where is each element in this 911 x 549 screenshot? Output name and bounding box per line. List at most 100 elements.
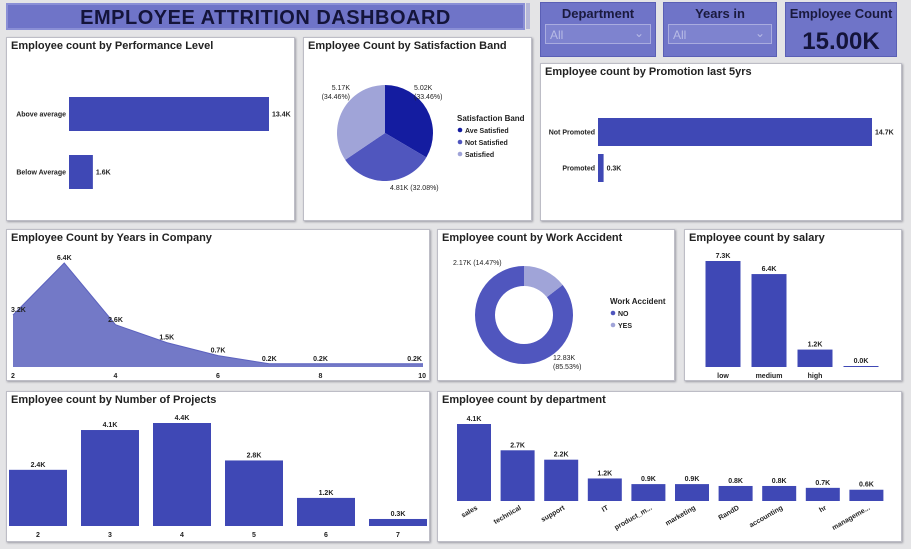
x-tick-label: 8 <box>319 373 323 380</box>
data-label: 4.1K <box>467 416 482 423</box>
legend-label: Ave Satisfied <box>465 128 509 135</box>
category-label: 4 <box>180 532 184 539</box>
legend-marker[interactable] <box>457 127 463 133</box>
x-tick-label: 4 <box>114 373 118 380</box>
bar[interactable] <box>718 485 753 501</box>
category-label: Promoted <box>562 166 595 173</box>
percent-label: (33.46%) <box>414 94 442 101</box>
data-label: 12.83K <box>553 355 576 362</box>
x-tick-label: 10 <box>418 373 426 380</box>
salary-chart[interactable]: Employee count by salary 7.3K low 6.4K medi… <box>684 229 902 381</box>
data-label: 0.9K <box>685 476 700 483</box>
percent-label: (85.53%) <box>553 364 581 371</box>
data-label: 14.7K <box>875 130 894 137</box>
bar[interactable] <box>225 460 283 526</box>
legend-label: Satisfied <box>465 152 494 159</box>
category-label: 3 <box>108 532 112 539</box>
category-label: Below Average <box>16 170 66 177</box>
bar[interactable] <box>500 450 535 501</box>
legend-marker[interactable] <box>610 310 616 316</box>
chevron-down-icon[interactable]: ⌄ <box>755 26 765 40</box>
legend-marker[interactable] <box>610 322 616 328</box>
data-label: 0.7K <box>211 348 226 355</box>
x-tick-label: 2 <box>11 373 15 380</box>
bar[interactable] <box>675 484 709 501</box>
bar[interactable] <box>81 430 139 526</box>
bar[interactable] <box>705 261 741 367</box>
category-label: 5 <box>252 532 256 539</box>
bar[interactable] <box>751 274 787 367</box>
bar[interactable] <box>69 97 269 131</box>
category-label: Above average <box>16 112 66 119</box>
data-label: 2.2K <box>554 452 569 459</box>
performance-chart[interactable]: Employee count by Performance Level Abov… <box>6 37 295 221</box>
bar[interactable] <box>843 366 879 367</box>
bar[interactable] <box>457 424 491 501</box>
data-label: 0.0K <box>854 358 869 365</box>
bar[interactable] <box>297 497 355 526</box>
bar[interactable] <box>797 349 833 367</box>
legend-marker[interactable] <box>457 151 463 157</box>
data-label: 4.81K (32.08%) <box>390 185 439 192</box>
years-slicer: Years in Company All ⌄ <box>663 2 777 57</box>
data-label: 2.17K (14.47%) <box>453 260 502 267</box>
percent-label: (34.46%) <box>322 94 350 101</box>
data-label: 3.2K <box>11 307 26 314</box>
data-label: 7.3K <box>716 253 731 260</box>
category-label: sales <box>460 505 479 520</box>
years-chart[interactable]: Employee Count by Years in Company 3.2K 6… <box>6 229 430 381</box>
category-label: 6 <box>324 532 328 539</box>
category-label: low <box>717 373 729 380</box>
data-label: 1.2K <box>808 342 823 349</box>
category-label: medium <box>756 373 783 380</box>
data-label: 6.4K <box>57 255 72 262</box>
accident-chart[interactable]: Employee count by Work Accident 12.83K (8… <box>437 229 675 381</box>
chevron-down-icon[interactable]: ⌄ <box>634 26 644 40</box>
bar[interactable] <box>9 469 67 526</box>
category-label: accounting <box>748 505 784 530</box>
bar[interactable] <box>598 118 872 146</box>
category-label: 2 <box>36 532 40 539</box>
category-label: RandD <box>718 505 741 522</box>
bar[interactable] <box>849 489 884 501</box>
department-slicer-label: Department <box>561 6 635 21</box>
employee-count-label: Employee Count <box>789 6 893 21</box>
legend-label: NO <box>618 311 629 318</box>
header-scrollbar[interactable] <box>526 3 530 29</box>
legend-label: Not Satisfied <box>465 140 508 147</box>
bar[interactable] <box>544 459 579 501</box>
bar[interactable] <box>69 155 93 189</box>
bar[interactable] <box>587 478 622 501</box>
legend-marker[interactable] <box>457 139 463 145</box>
employee-count-value: 15.00K <box>802 28 880 55</box>
data-label: 5.02K <box>414 85 433 92</box>
legend-title: Satisfaction Band <box>457 114 525 123</box>
years-dropdown-value: All <box>673 28 687 42</box>
department-dropdown[interactable]: All ⌄ <box>545 24 651 44</box>
legend-label: YES <box>618 323 632 330</box>
years-dropdown[interactable]: All ⌄ <box>668 24 772 44</box>
bar[interactable] <box>153 423 211 526</box>
bar[interactable] <box>805 487 840 501</box>
bar[interactable] <box>598 154 604 182</box>
category-label: support <box>540 504 567 523</box>
department-dropdown-value: All <box>550 28 564 42</box>
promotion-chart[interactable]: Employee count by Promotion last 5yrs No… <box>540 63 902 221</box>
department-chart[interactable]: Employee count by department 4.1K sales 2.… <box>437 391 902 542</box>
satisfaction-chart[interactable]: Employee Count by Satisfaction Band 5.02… <box>303 37 532 221</box>
data-label: 4.1K <box>103 422 118 429</box>
bar[interactable] <box>762 485 797 501</box>
data-label: 1.5K <box>159 335 174 342</box>
salary-chart-svg: 7.3K low 6.4K medium 1.2K high 0.0K <box>705 253 879 380</box>
data-label: 0.7K <box>815 480 830 487</box>
data-label: 0.6K <box>859 482 874 489</box>
category-label: marketing <box>665 505 697 528</box>
bar[interactable] <box>631 484 666 501</box>
data-label: 6.4K <box>762 266 777 273</box>
data-label: 1.6K <box>96 170 111 177</box>
bar[interactable] <box>369 518 427 526</box>
dashboard-header: EMPLOYEE ATTRITION DASHBOARD <box>6 3 525 30</box>
promotion-chart-svg: Not Promoted 14.7K Promoted 0.3K <box>549 118 894 182</box>
projects-chart[interactable]: Employee count by Number of Projects 2.4… <box>6 391 430 542</box>
data-label: 13.4K <box>272 112 291 119</box>
